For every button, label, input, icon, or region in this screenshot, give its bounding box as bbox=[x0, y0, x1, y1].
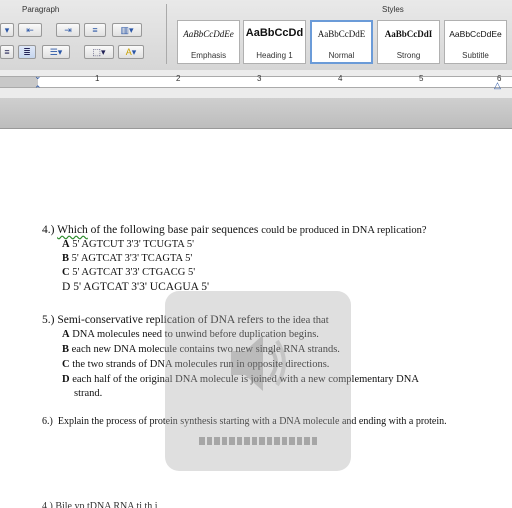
question-4: 4.) Which of the following base pair seq… bbox=[42, 224, 427, 236]
group-separator bbox=[166, 4, 167, 64]
ruler-strip bbox=[0, 76, 512, 88]
answer-letter: A bbox=[62, 239, 70, 250]
indent-button[interactable]: ≡ bbox=[84, 23, 106, 37]
right-indent-marker[interactable]: △ bbox=[494, 80, 501, 91]
styles-group-title: Styles bbox=[382, 5, 404, 14]
answer-c: C 5' AGTCAT 3'3' CTGACG 5' bbox=[62, 267, 195, 278]
style-sample: AaBbCcDdE bbox=[317, 29, 366, 39]
question-number: 5.) bbox=[42, 314, 55, 326]
align-right-button[interactable]: ≡ bbox=[0, 45, 14, 59]
question-text-start: Which bbox=[57, 224, 88, 236]
style-sample: AaBbCcDd bbox=[245, 27, 304, 39]
ribbon: Paragraph Styles ▾ ⇤ ⇥ ≡ ▥▾ ≡ ≣ ☰▾ ⬚▾ A▾… bbox=[0, 0, 512, 71]
answer-text: 5' AGTCAT 3'3' CTGACG 5' bbox=[69, 267, 196, 278]
ruler-number: 5 bbox=[419, 74, 424, 83]
volume-level-bar bbox=[199, 437, 317, 445]
decrease-indent-button[interactable]: ⇤ bbox=[18, 23, 42, 37]
answer-letter: A bbox=[62, 329, 70, 340]
question-text-end: could be produced in DNA replication? bbox=[261, 225, 427, 236]
question-text: of the following base pair sequences bbox=[87, 224, 262, 236]
ruler-number: 2 bbox=[176, 74, 181, 83]
style-normal[interactable]: AaBbCcDdE Normal bbox=[310, 20, 373, 64]
ruler-margin bbox=[0, 76, 38, 88]
style-sample: AaBbCcDdI bbox=[384, 29, 433, 39]
justify-button[interactable]: ≣ bbox=[18, 45, 36, 59]
answer-a: A 5' AGTCUT 3'3' TCUGTA 5' bbox=[62, 239, 194, 250]
answer-text: 5' AGTCAT 3'3' TCAGTA 5' bbox=[69, 253, 193, 264]
style-sample: AaBbCcDdEe bbox=[183, 29, 234, 39]
ruler-number: 4 bbox=[338, 74, 343, 83]
multilevel-list-dropdown[interactable]: ▾ bbox=[0, 23, 14, 37]
question-number: 6.) bbox=[42, 416, 53, 427]
line-spacing-button[interactable]: ☰▾ bbox=[42, 45, 70, 59]
style-label: Normal bbox=[328, 51, 355, 60]
answer-letter: B bbox=[62, 253, 70, 264]
style-label: Emphasis bbox=[190, 51, 227, 60]
speaker-muted-icon bbox=[231, 335, 286, 391]
columns-button[interactable]: ▥▾ bbox=[112, 23, 142, 37]
paragraph-group-title: Paragraph bbox=[22, 5, 60, 14]
style-label: Heading 1 bbox=[256, 51, 293, 60]
first-line-indent-marker[interactable]: ⌄ bbox=[34, 71, 42, 82]
answer-letter: C bbox=[62, 267, 70, 278]
style-sample: AaBbCcDdEe bbox=[449, 29, 502, 39]
answer-d-continued: strand. bbox=[74, 388, 103, 399]
answer-text: 5' AGTCUT 3'3' TCUGTA 5' bbox=[69, 239, 195, 250]
style-label: Subtitle bbox=[462, 51, 489, 60]
style-heading-1[interactable]: AaBbCcDd Heading 1 bbox=[243, 20, 306, 64]
style-emphasis[interactable]: AaBbCcDdEe Emphasis bbox=[177, 20, 240, 64]
answer-b: B 5' AGTCAT 3'3' TCAGTA 5' bbox=[62, 253, 192, 264]
left-indent-marker[interactable]: ⌃ bbox=[34, 84, 42, 95]
style-label: Strong bbox=[396, 51, 421, 60]
ruler-number: 1 bbox=[95, 74, 100, 83]
answer-letter: C bbox=[62, 359, 70, 370]
next-question-partial: 4 ) Bile yp tDNA RNA ti th i bbox=[42, 501, 158, 508]
style-strong[interactable]: AaBbCcDdI Strong bbox=[377, 20, 440, 64]
page-gap bbox=[0, 98, 512, 129]
shading-button[interactable]: A▾ bbox=[118, 45, 144, 59]
answer-letter: B bbox=[62, 344, 70, 355]
borders-button[interactable]: ⬚▾ bbox=[84, 45, 114, 59]
horizontal-ruler[interactable]: ⌄ ⌃ 1 2 3 4 5 6 △ bbox=[0, 70, 512, 99]
ruler-number: 3 bbox=[257, 74, 262, 83]
question-number: 4.) bbox=[42, 224, 55, 236]
style-subtitle[interactable]: AaBbCcDdEe Subtitle bbox=[444, 20, 507, 64]
volume-overlay bbox=[165, 291, 351, 471]
increase-indent-button[interactable]: ⇥ bbox=[56, 23, 80, 37]
answer-letter: D bbox=[62, 374, 70, 385]
